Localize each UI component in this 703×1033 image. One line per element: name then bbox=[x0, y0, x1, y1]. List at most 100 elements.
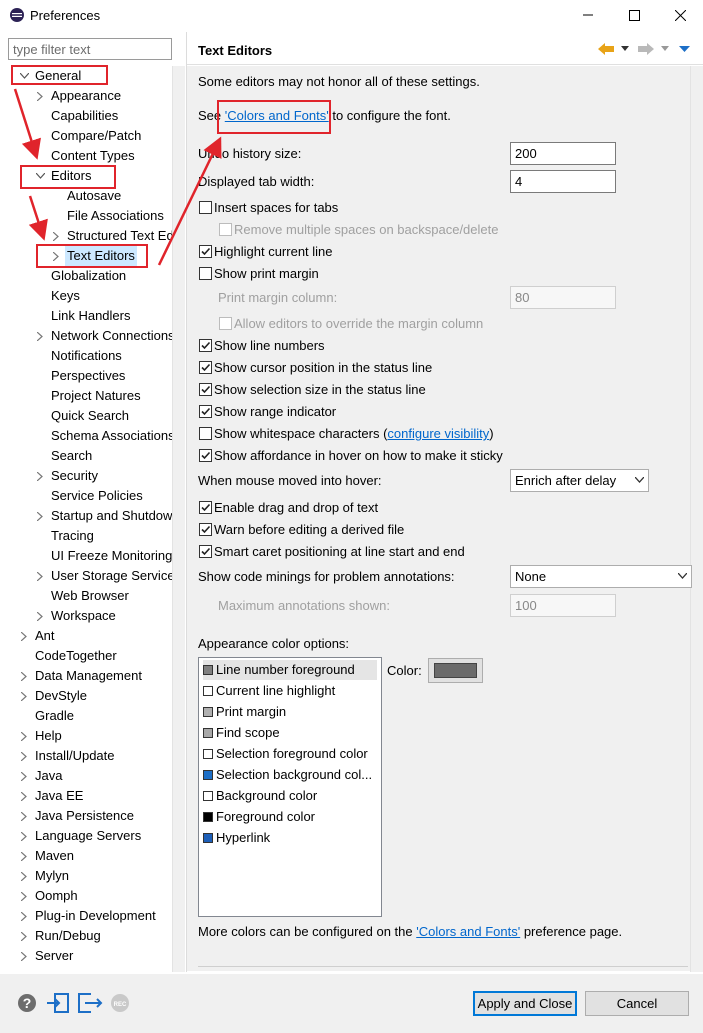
configure-visibility-link[interactable]: configure visibility bbox=[387, 426, 489, 441]
color-option-item[interactable]: Line number foreground bbox=[203, 660, 377, 680]
checkbox-box[interactable] bbox=[199, 201, 212, 214]
chevron-right-icon[interactable] bbox=[18, 766, 30, 786]
chevron-right-icon[interactable] bbox=[34, 606, 46, 626]
page-scrollbar[interactable] bbox=[690, 66, 703, 972]
checkbox-box[interactable] bbox=[199, 383, 212, 396]
tree-item-label: Editors bbox=[51, 168, 92, 183]
cancel-button[interactable]: Cancel bbox=[585, 991, 689, 1016]
chevron-right-icon[interactable] bbox=[18, 666, 30, 686]
color-option-item[interactable]: Print margin bbox=[203, 702, 377, 722]
color-option-item[interactable]: Current line highlight bbox=[203, 681, 377, 701]
chevron-right-icon[interactable] bbox=[18, 786, 30, 806]
tree-item-label: Quick Search bbox=[51, 408, 130, 423]
color-option-label: Current line highlight bbox=[216, 683, 336, 698]
tree-item-label: Network Connections bbox=[51, 328, 172, 343]
tree-scrollbar[interactable] bbox=[172, 66, 185, 972]
chevron-right-icon[interactable] bbox=[18, 946, 30, 966]
view-menu-icon[interactable] bbox=[679, 46, 690, 52]
color-option-label: Hyperlink bbox=[216, 830, 271, 845]
tree-item-label: General bbox=[35, 68, 82, 83]
checkmark-icon bbox=[201, 247, 211, 256]
checkbox-box[interactable] bbox=[199, 449, 212, 462]
tab-width-input[interactable]: 4 bbox=[510, 170, 616, 193]
color-option-item[interactable]: Selection foreground color bbox=[203, 744, 377, 764]
help-icon[interactable]: ? bbox=[17, 993, 37, 1013]
export-icon[interactable] bbox=[77, 992, 103, 1014]
color-option-label: Line number foreground bbox=[216, 662, 355, 677]
chevron-right-icon[interactable] bbox=[34, 326, 46, 346]
back-arrow-icon[interactable] bbox=[597, 41, 615, 57]
chevron-right-icon[interactable] bbox=[18, 626, 30, 646]
chevron-right-icon[interactable] bbox=[18, 826, 30, 846]
forward-arrow-icon[interactable] bbox=[637, 41, 655, 57]
checkbox-box[interactable] bbox=[219, 317, 232, 330]
print-margin-column-input[interactable]: 80 bbox=[510, 286, 616, 309]
color-option-item[interactable]: Hyperlink bbox=[203, 828, 377, 848]
chevron-down-icon[interactable] bbox=[18, 66, 30, 86]
color-option-item[interactable]: Find scope bbox=[203, 723, 377, 743]
record-icon[interactable]: REC bbox=[110, 993, 130, 1013]
tree-item-label: Web Browser bbox=[51, 588, 129, 603]
checkbox-box[interactable] bbox=[219, 223, 232, 236]
checkbox-box[interactable] bbox=[199, 245, 212, 258]
chevron-right-icon[interactable] bbox=[34, 86, 46, 106]
chevron-right-icon[interactable] bbox=[34, 466, 46, 486]
more-colors-fonts-link[interactable]: 'Colors and Fonts' bbox=[416, 924, 520, 939]
chevron-right-icon[interactable] bbox=[18, 726, 30, 746]
maximize-button[interactable] bbox=[611, 0, 657, 30]
chevron-right-icon[interactable] bbox=[18, 926, 30, 946]
chevron-right-icon[interactable] bbox=[50, 226, 62, 246]
chevron-right-icon[interactable] bbox=[50, 246, 62, 266]
appearance-color-list[interactable]: Line number foreground Current line highl… bbox=[198, 657, 382, 917]
filter-input[interactable] bbox=[8, 38, 172, 60]
undo-history-input[interactable]: 200 bbox=[510, 142, 616, 165]
checkbox-box[interactable] bbox=[199, 545, 212, 558]
colors-fonts-link[interactable]: 'Colors and Fonts' bbox=[225, 108, 329, 123]
chevron-right-icon[interactable] bbox=[18, 686, 30, 706]
chevron-right-icon[interactable] bbox=[18, 906, 30, 926]
color-picker-button[interactable] bbox=[428, 658, 483, 683]
svg-text:?: ? bbox=[23, 995, 32, 1011]
svg-text:REC: REC bbox=[114, 1002, 127, 1008]
chevron-right-icon[interactable] bbox=[34, 566, 46, 586]
checkmark-icon bbox=[201, 385, 211, 394]
checkbox-label: Show cursor position in the status line bbox=[214, 360, 432, 376]
checkbox-label: Allow editors to override the margin col… bbox=[234, 316, 483, 332]
checkbox-label-text: Smart caret positioning at line start an… bbox=[214, 544, 465, 559]
color-option-item[interactable]: Selection background col... bbox=[203, 765, 377, 785]
preferences-tree[interactable]: General Appearance Capabilities Compare/Pat… bbox=[8, 66, 172, 972]
code-minings-combo[interactable]: None bbox=[510, 565, 692, 588]
checkbox-box[interactable] bbox=[199, 427, 212, 440]
checkbox-label-text: Show range indicator bbox=[214, 404, 337, 419]
apply-and-close-button[interactable]: Apply and Close bbox=[473, 991, 577, 1016]
checkbox-box[interactable] bbox=[199, 405, 212, 418]
chevron-down-icon[interactable] bbox=[34, 166, 46, 186]
checkbox-box[interactable] bbox=[199, 267, 212, 280]
tree-item-label: Content Types bbox=[51, 148, 135, 163]
color-swatch-icon bbox=[203, 770, 213, 780]
max-annotations-input[interactable]: 100 bbox=[510, 594, 616, 617]
forward-menu-chevron-icon[interactable] bbox=[661, 46, 669, 52]
tree-item-label: Server bbox=[35, 948, 74, 963]
chevron-right-icon[interactable] bbox=[18, 846, 30, 866]
tree-item-label: Language Servers bbox=[35, 828, 142, 843]
back-menu-chevron-icon[interactable] bbox=[621, 46, 629, 52]
chevron-right-icon[interactable] bbox=[18, 746, 30, 766]
color-option-item[interactable]: Foreground color bbox=[203, 807, 377, 827]
checkbox-box[interactable] bbox=[199, 339, 212, 352]
checkbox-box[interactable] bbox=[199, 501, 212, 514]
color-option-item[interactable]: Background color bbox=[203, 786, 377, 806]
tree-item-label: Data Management bbox=[35, 668, 142, 683]
chevron-right-icon[interactable] bbox=[34, 506, 46, 526]
close-button[interactable] bbox=[657, 0, 703, 30]
chevron-right-icon[interactable] bbox=[18, 866, 30, 886]
import-icon[interactable] bbox=[46, 992, 70, 1014]
chevron-right-icon[interactable] bbox=[18, 886, 30, 906]
tree-item-label: Run/Debug bbox=[35, 928, 101, 943]
checkbox-box[interactable] bbox=[199, 523, 212, 536]
chevron-right-icon[interactable] bbox=[18, 806, 30, 826]
checkbox-box[interactable] bbox=[199, 361, 212, 374]
minimize-button[interactable] bbox=[565, 0, 611, 30]
tree-item-label: Capabilities bbox=[51, 108, 119, 123]
hover-combo[interactable]: Enrich after delay bbox=[510, 469, 649, 492]
